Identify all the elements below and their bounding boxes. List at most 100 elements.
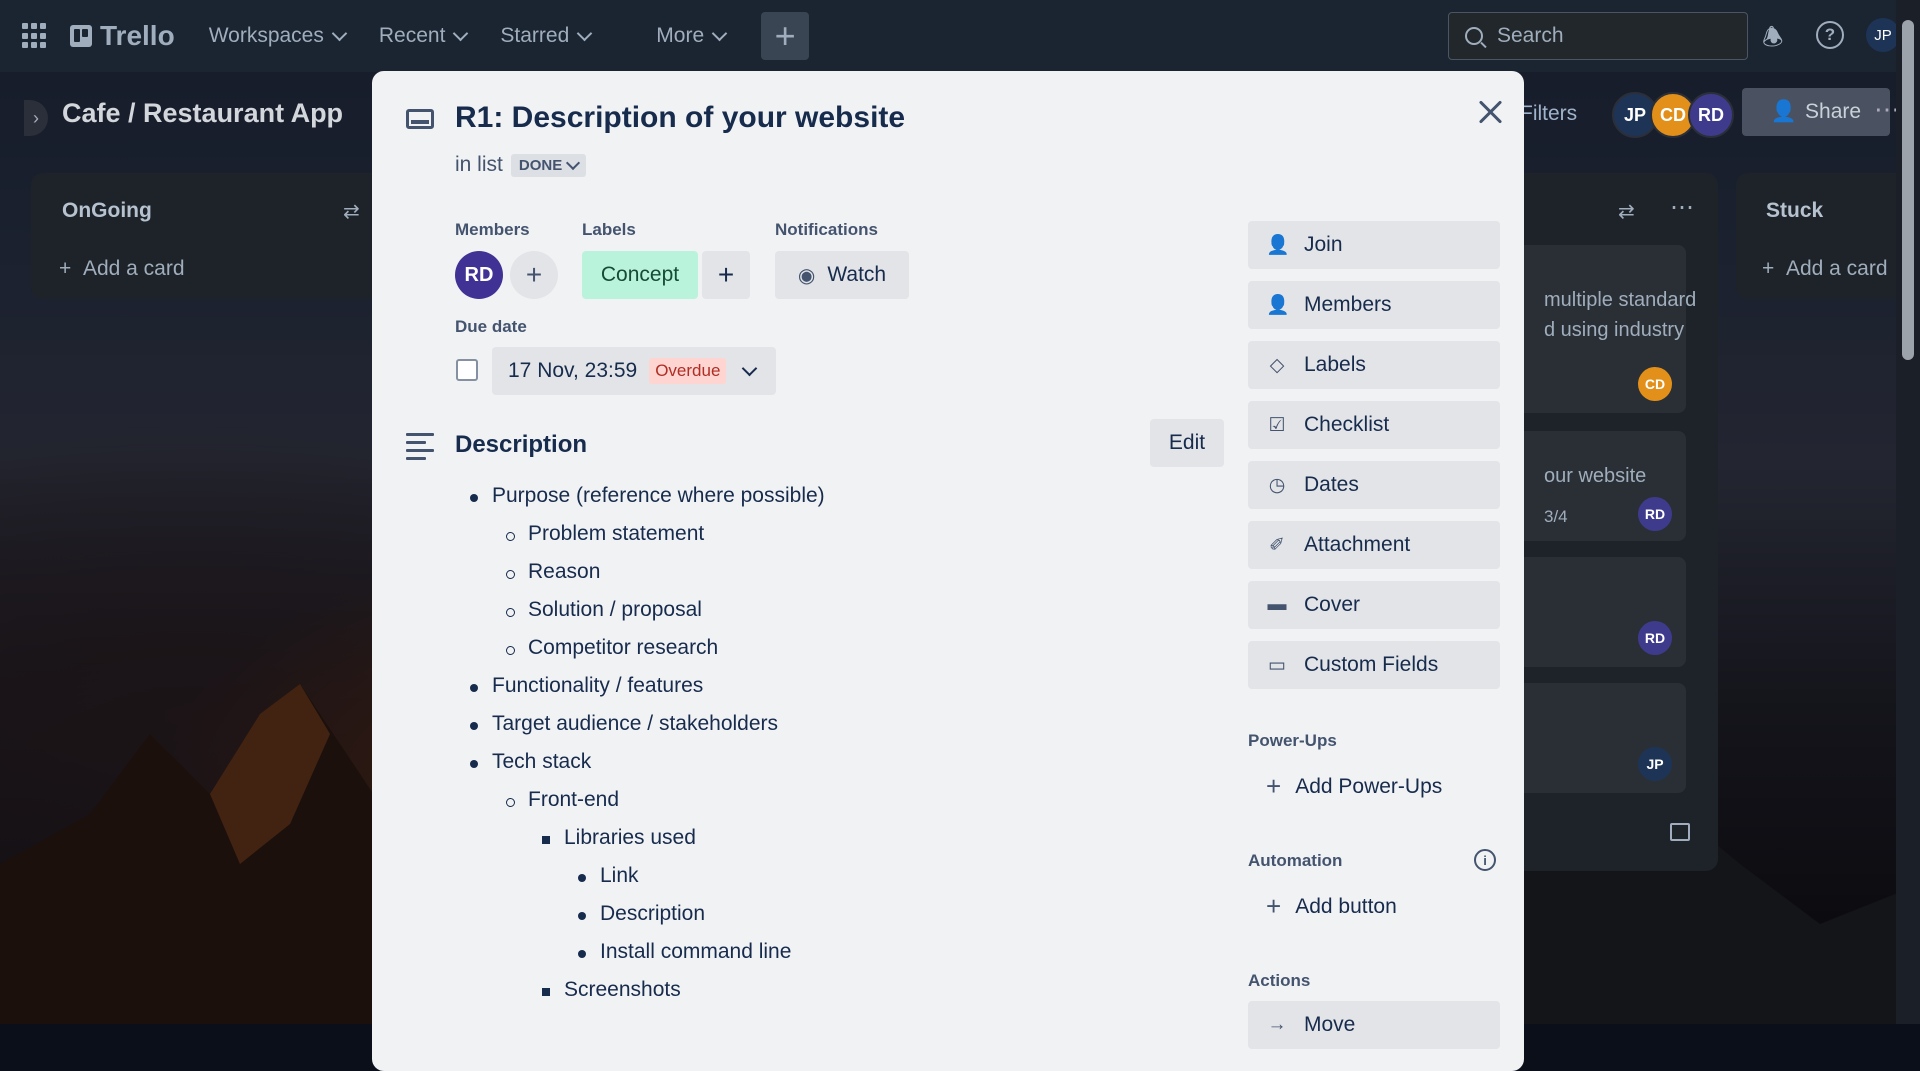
logo-text: Trello (100, 20, 175, 51)
list-bullet (506, 798, 515, 807)
list-menu-icon[interactable]: ⋯ (1670, 193, 1694, 222)
button-label: Labels (1304, 353, 1366, 376)
search-placeholder: Search (1497, 24, 1564, 47)
person-icon: 👤 (1770, 100, 1798, 123)
move-button[interactable]: → Move (1248, 1001, 1500, 1049)
add-card-button[interactable]: + Add a card (59, 257, 185, 281)
button-label: Dates (1304, 473, 1359, 496)
nav-workspaces[interactable]: Workspaces (208, 24, 348, 48)
chevron-down-icon (566, 155, 581, 170)
member-avatar[interactable]: RD (455, 251, 503, 299)
powerups-heading: Power-Ups (1248, 731, 1337, 750)
search-icon (1465, 27, 1483, 45)
collapse-list-icon[interactable]: ⇄ (343, 199, 360, 224)
chevron-down-icon (331, 25, 348, 42)
description-item: Reason (528, 560, 601, 583)
trello-logo[interactable]: Trello (70, 20, 175, 52)
description-item: Libraries used (564, 826, 696, 849)
card-icon (406, 109, 434, 129)
description-item: Description (600, 902, 706, 925)
watch-button[interactable]: ◉ Watch (775, 251, 909, 299)
in-list-label: in list (455, 153, 503, 176)
description-item: Solution / proposal (528, 598, 702, 621)
filters-button[interactable]: Filters (1520, 102, 1577, 126)
card-member-avatar: RD (1638, 621, 1672, 655)
nav-label: Workspaces (208, 24, 324, 47)
info-icon[interactable]: i (1474, 849, 1496, 871)
card-member-avatar: RD (1638, 497, 1672, 531)
add-label-icon[interactable]: + (702, 251, 750, 299)
card-title[interactable]: R1: Description of your website (455, 101, 905, 135)
search-input[interactable]: Search (1448, 12, 1748, 60)
add-card-button[interactable]: + Add a card (1762, 257, 1888, 281)
description-item: Competitor research (528, 636, 719, 659)
help-icon[interactable]: ? (1816, 21, 1844, 49)
clock-icon: ◷ (1268, 474, 1286, 496)
nav-more[interactable]: More (656, 24, 728, 48)
overdue-badge: Overdue (649, 358, 727, 384)
description-item: Screenshots (564, 978, 681, 1001)
list-title[interactable]: Stuck (1766, 199, 1823, 223)
due-date-label: Due date (455, 317, 527, 336)
share-button[interactable]: 👤 Share (1742, 88, 1890, 136)
checklist-button[interactable]: ☑ Checklist (1248, 401, 1500, 449)
list-bullet (578, 874, 586, 882)
list-stuck: Stuck + Add a card (1736, 173, 1916, 299)
list-ongoing: OnGoing ⇄ + Add a card (31, 173, 391, 299)
button-label: Move (1304, 1013, 1356, 1036)
nav-label: Recent (378, 24, 446, 47)
share-label: Share (1805, 100, 1862, 123)
list-bullet (506, 532, 515, 541)
chevron-down-icon (453, 25, 469, 42)
button-label: Custom Fields (1304, 653, 1439, 676)
nav-recent[interactable]: Recent (378, 24, 469, 48)
card-detail-modal: R1: Description of your website in list … (372, 71, 1524, 1071)
due-complete-checkbox[interactable] (456, 359, 478, 381)
close-icon[interactable] (1470, 93, 1510, 133)
dates-button[interactable]: ◷ Dates (1248, 461, 1500, 509)
card-template-icon[interactable] (1670, 823, 1690, 841)
scrollbar-thumb[interactable] (1902, 20, 1914, 360)
nav-starred[interactable]: Starred (500, 24, 593, 48)
page-scrollbar[interactable] (1896, 0, 1920, 1024)
notifications-megaphone-icon[interactable]: 🕭 (1762, 20, 1783, 61)
list-name: DONE (518, 156, 563, 174)
members-label: Members (455, 220, 530, 239)
board-member-avatar[interactable]: RD (1688, 92, 1734, 138)
description-item: Purpose (reference where possible) (492, 484, 825, 507)
watch-label: Watch (827, 263, 887, 286)
button-label: Join (1304, 233, 1343, 256)
app-switcher-icon[interactable] (22, 23, 48, 49)
edit-description-button[interactable]: Edit (1150, 419, 1224, 467)
plus-icon: + (1266, 891, 1282, 921)
board-title[interactable]: Cafe / Restaurant App (62, 98, 343, 129)
join-button[interactable]: 👤 Join (1248, 221, 1500, 269)
add-powerups-button[interactable]: + Add Power-Ups (1266, 771, 1442, 802)
list-title[interactable]: OnGoing (62, 199, 152, 223)
user-avatar[interactable]: JP (1866, 18, 1900, 52)
automation-heading: Automation (1248, 851, 1343, 870)
list-selector[interactable]: DONE (510, 153, 587, 177)
custom-fields-button[interactable]: ▭ Custom Fields (1248, 641, 1500, 689)
label-chip[interactable]: Concept (582, 251, 698, 299)
attachment-button[interactable]: ✐ Attachment (1248, 521, 1500, 569)
description-item: Link (600, 864, 639, 887)
description-item: Target audience / stakeholders (492, 712, 779, 735)
card-member-avatar: JP (1638, 747, 1672, 781)
add-automation-button[interactable]: + Add button (1266, 891, 1397, 922)
list-bullet (470, 494, 478, 502)
sidebar-expand-icon[interactable]: › (24, 100, 48, 136)
due-date-button[interactable]: 17 Nov, 23:59 Overdue (492, 347, 776, 395)
cover-button[interactable]: ▬ Cover (1248, 581, 1500, 629)
arrow-right-icon: → (1267, 1014, 1287, 1035)
trello-logo-icon (70, 25, 92, 47)
labels-button[interactable]: ◇ Labels (1248, 341, 1500, 389)
list-bullet (542, 836, 550, 844)
add-member-icon[interactable]: + (510, 251, 558, 299)
description-item: Install command line (600, 940, 792, 963)
collapse-list-icon[interactable]: ⇄ (1618, 199, 1635, 224)
create-button[interactable]: + (761, 12, 810, 60)
button-label: Attachment (1304, 533, 1411, 556)
members-button[interactable]: 👤 Members (1248, 281, 1500, 329)
list-bullet (506, 608, 515, 617)
